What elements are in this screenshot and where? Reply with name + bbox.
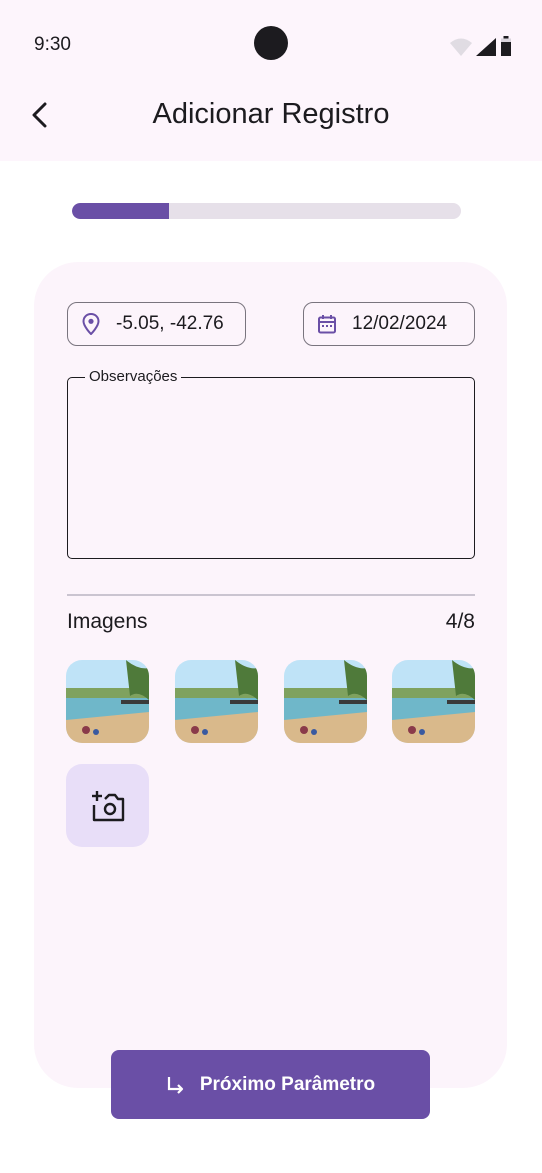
image-thumbnail-2[interactable] [175, 660, 258, 743]
camera-cutout [254, 26, 288, 60]
location-chip[interactable]: -5.05, -42.76 [67, 302, 246, 346]
add-photo-button[interactable] [66, 764, 149, 847]
wifi-icon [450, 38, 472, 56]
page-title: Adicionar Registro [152, 98, 390, 130]
image-thumbnail-3[interactable] [284, 660, 367, 743]
image-thumbnail-4[interactable] [392, 660, 475, 743]
progress-fill [72, 203, 170, 219]
status-bar: 9:30 [0, 0, 542, 80]
battery-icon [501, 36, 511, 56]
add-photo-icon [91, 790, 124, 821]
observations-label: Observações [85, 368, 182, 385]
next-parameter-button[interactable]: Próximo Parâmetro [111, 1050, 430, 1119]
observations-field[interactable]: Observações [67, 368, 475, 559]
signal-icon [476, 38, 496, 56]
subdirectory-arrow-right-icon [167, 1076, 183, 1094]
divider [67, 594, 475, 596]
date-value: 12/02/2024 [352, 313, 448, 334]
status-icons [450, 36, 512, 56]
next-parameter-label: Próximo Parâmetro [199, 1073, 376, 1095]
location-value: -5.05, -42.76 [116, 313, 224, 334]
date-chip[interactable]: 12/02/2024 [303, 302, 475, 346]
progress-bar [72, 203, 461, 219]
location-pin-icon [80, 313, 102, 335]
image-thumbnail-1[interactable] [66, 660, 149, 743]
form-card: -5.05, -42.76 12/02/2024 Observações Ima… [34, 262, 507, 1088]
images-title: Imagens [67, 610, 148, 633]
app-bar: Adicionar Registro [0, 80, 542, 161]
calendar-icon [316, 313, 338, 335]
images-count: 4/8 [445, 610, 475, 633]
status-time: 9:30 [34, 34, 71, 55]
